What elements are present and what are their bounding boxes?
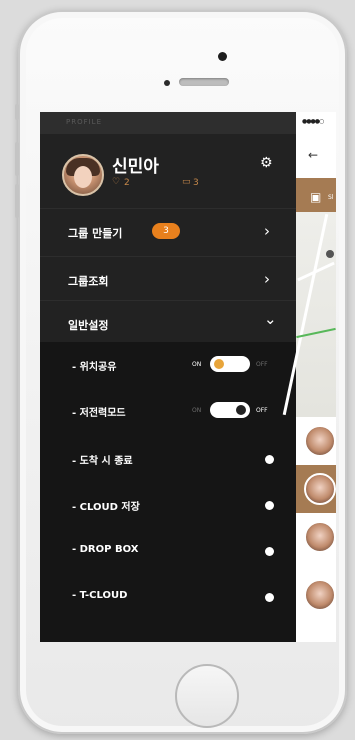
radio-dot[interactable]: [265, 547, 274, 556]
gear-icon[interactable]: ⚙: [260, 155, 273, 171]
drawer-header: PROFILE: [40, 112, 296, 134]
menu-label: 그룹조회: [68, 275, 109, 288]
setting-label: - CLOUD 저장: [72, 502, 140, 513]
screen: PROFILE 신민아 ♡ 2 ▭ 3 ⚙ 그룹 만들기 3 › 그룹조회 › …: [40, 112, 336, 642]
notification-badge: 3: [152, 223, 180, 239]
bus-icon: ▣: [310, 190, 322, 204]
toggle-on-label: ON: [192, 361, 202, 368]
avatar[interactable]: [62, 154, 104, 196]
low-power-toggle[interactable]: [210, 402, 250, 418]
back-arrow-icon[interactable]: ←: [308, 148, 318, 162]
comment-icon: ▭: [182, 177, 191, 187]
heart-icon: ♡: [112, 177, 121, 187]
side-drawer: PROFILE 신민아 ♡ 2 ▭ 3 ⚙ 그룹 만들기 3 › 그룹조회 › …: [40, 112, 296, 642]
setting-end-on-arrival[interactable]: - 도착 시 종료: [40, 438, 296, 484]
chevron-right-icon: ›: [264, 222, 270, 240]
radio-dot[interactable]: [265, 455, 274, 464]
member-avatar[interactable]: [296, 417, 336, 465]
earpiece-speaker: [179, 78, 229, 86]
setting-label: - T-CLOUD: [72, 590, 128, 601]
front-camera: [218, 52, 227, 61]
setting-low-power: - 저전력모드 ON OFF: [40, 390, 296, 436]
main-screen-preview[interactable]: ●●●●○ ← ▣ Sl: [282, 112, 336, 642]
settings-panel: - 위치공유 ON OFF - 저전력모드 ON OFF - 도착 시 종료 -…: [40, 342, 296, 642]
setting-label: - 도착 시 종료: [72, 456, 133, 467]
setting-label: - DROP BOX: [72, 544, 139, 555]
setting-cloud-save[interactable]: - CLOUD 저장: [40, 484, 296, 530]
setting-label: - 위치공유: [72, 362, 117, 373]
toggle-on-label: ON: [192, 407, 202, 414]
menu-label: 그룹 만들기: [68, 227, 123, 240]
setting-dropbox[interactable]: - DROP BOX: [40, 530, 296, 576]
member-avatar[interactable]: [296, 571, 336, 619]
transit-bar-text: Sl: [328, 194, 334, 201]
chevron-down-icon: ⌄: [264, 310, 277, 328]
map-pin-icon: [326, 250, 334, 258]
profile-label: PROFILE: [66, 118, 103, 126]
radio-dot[interactable]: [265, 501, 274, 510]
signal-indicator: ●●●●○: [302, 118, 324, 125]
member-avatar[interactable]: [296, 465, 336, 513]
mute-switch: [15, 104, 19, 120]
toggle-off-label: OFF: [256, 361, 268, 368]
menu-item-view-groups[interactable]: 그룹조회 ›: [40, 256, 296, 305]
setting-label: - 저전력모드: [72, 408, 126, 419]
chevron-right-icon: ›: [264, 270, 270, 288]
heart-count: 2: [124, 178, 130, 188]
setting-t-cloud[interactable]: - T-CLOUD: [40, 576, 296, 622]
menu-label: 일반설정: [68, 319, 109, 332]
map-view[interactable]: [282, 212, 336, 417]
member-avatar[interactable]: [296, 513, 336, 561]
location-share-toggle[interactable]: [210, 356, 250, 372]
toggle-off-label: OFF: [256, 407, 268, 414]
radio-dot[interactable]: [265, 593, 274, 602]
comment-count: 3: [193, 178, 199, 188]
volume-up-button: [15, 142, 19, 176]
proximity-sensor: [164, 80, 170, 86]
home-button[interactable]: [175, 664, 239, 728]
setting-location-share: - 위치공유 ON OFF: [40, 344, 296, 390]
volume-down-button: [15, 184, 19, 218]
user-name: 신민아: [112, 157, 159, 177]
menu-item-create-group[interactable]: 그룹 만들기 3 ›: [40, 208, 296, 257]
